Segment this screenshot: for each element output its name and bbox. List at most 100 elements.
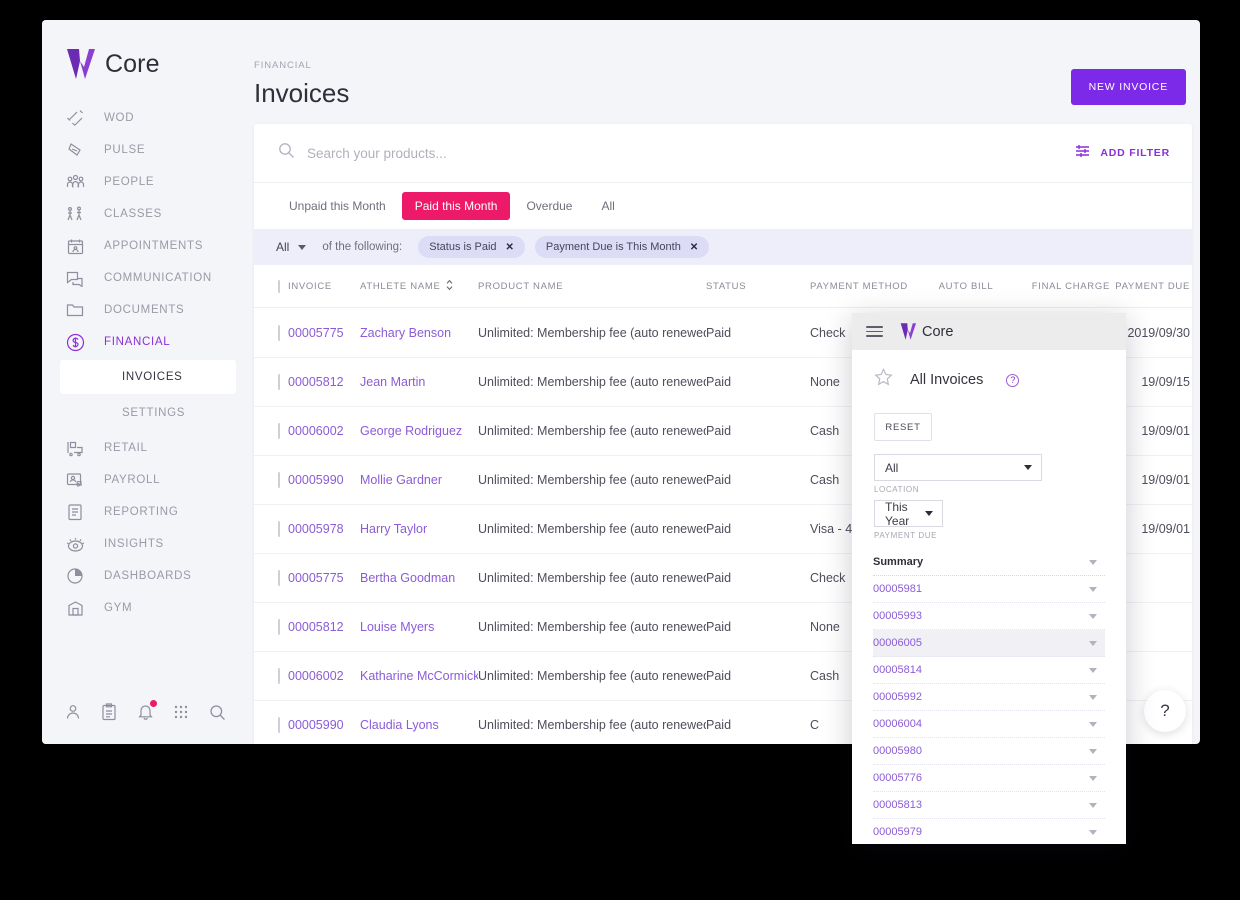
chevron-down-icon[interactable] — [1089, 721, 1097, 727]
overlay-list-item[interactable]: 00005814 — [873, 657, 1105, 684]
overlay-list-item[interactable]: 00005776 — [873, 765, 1105, 792]
chevron-down-icon[interactable] — [1089, 802, 1097, 808]
row-checkbox[interactable] — [278, 521, 280, 537]
sidebar-item-payroll[interactable]: PAYROLL — [42, 464, 248, 496]
row-checkbox[interactable] — [278, 668, 280, 684]
tab-overdue[interactable]: Overdue — [513, 192, 585, 220]
search-input[interactable] — [307, 145, 1075, 161]
close-icon[interactable]: ✕ — [690, 242, 698, 253]
column-header-status[interactable]: STATUS — [706, 265, 810, 308]
row-checkbox[interactable] — [278, 324, 280, 341]
overlay-list-item[interactable]: 00006005 — [873, 630, 1105, 657]
chevron-down-icon[interactable] — [1089, 748, 1097, 754]
sidebar-item-people[interactable]: PEOPLE — [42, 166, 248, 198]
chevron-down-icon[interactable] — [1089, 694, 1097, 700]
column-header-athlete-name[interactable]: ATHLETE NAME — [360, 265, 478, 308]
overlay-row-label: 00005993 — [873, 610, 922, 622]
sidebar-item-classes[interactable]: CLASSES — [42, 198, 248, 230]
clipboard-icon[interactable] — [98, 701, 120, 723]
row-checkbox[interactable] — [278, 472, 280, 488]
payment-due-select[interactable]: This Year — [874, 500, 943, 528]
help-circle-icon[interactable]: ? — [1006, 373, 1020, 387]
invoice-link[interactable]: 00005978 — [288, 522, 344, 536]
overlay-list-item[interactable]: 00005980 — [873, 738, 1105, 765]
column-header-product-name[interactable]: PRODUCT NAME — [478, 265, 706, 308]
hamburger-menu-icon[interactable] — [866, 326, 883, 337]
sidebar-item-insights[interactable]: INSIGHTS — [42, 528, 248, 560]
sort-icon[interactable] — [446, 279, 453, 294]
athlete-link[interactable]: Harry Taylor — [360, 522, 427, 536]
invoice-link[interactable]: 00006002 — [288, 424, 344, 438]
overlay-summary-row[interactable]: Summary — [873, 549, 1105, 576]
overlay-list-item[interactable]: 00005993 — [873, 603, 1105, 630]
row-checkbox[interactable] — [278, 570, 280, 586]
column-header-payment-due[interactable]: PAYMENT DUE — [1110, 265, 1192, 308]
filter-scope-dropdown[interactable]: All — [276, 240, 307, 254]
overlay-list-item[interactable]: 00005992 — [873, 684, 1105, 711]
invoice-link[interactable]: 00006002 — [288, 669, 344, 683]
close-icon[interactable]: ✕ — [506, 242, 514, 253]
help-button[interactable]: ? — [1144, 690, 1186, 732]
select-all-checkbox[interactable] — [278, 280, 280, 293]
sidebar-item-pulse[interactable]: PULSE — [42, 134, 248, 166]
overlay-list-item[interactable]: 00005979 — [873, 819, 1105, 844]
invoice-link[interactable]: 00005775 — [288, 326, 344, 340]
column-header-auto-bill[interactable]: AUTO BILL — [926, 265, 1006, 308]
athlete-link[interactable]: Mollie Gardner — [360, 473, 442, 487]
reset-button[interactable]: RESET — [874, 413, 932, 441]
chevron-down-icon[interactable] — [1089, 667, 1097, 673]
sidebar-item-wod[interactable]: WOD — [42, 102, 248, 134]
athlete-link[interactable]: Jean Martin — [360, 375, 425, 389]
new-invoice-button[interactable]: NEW INVOICE — [1070, 69, 1186, 105]
tab-all[interactable]: All — [588, 192, 627, 220]
sidebar-item-communication[interactable]: COMMUNICATION — [42, 262, 248, 294]
overlay-list-item[interactable]: 00006004 — [873, 711, 1105, 738]
overlay-list-item[interactable]: 00005813 — [873, 792, 1105, 819]
filter-chip[interactable]: Status is Paid ✕ — [418, 236, 525, 258]
star-icon[interactable] — [874, 368, 893, 392]
chevron-down-icon[interactable] — [1089, 613, 1097, 619]
row-checkbox[interactable] — [278, 423, 280, 439]
invoice-link[interactable]: 00005990 — [288, 473, 344, 487]
column-header-final-charge[interactable]: FINAL CHARGE — [1006, 265, 1110, 308]
athlete-link[interactable]: Katharine McCormick — [360, 669, 478, 683]
invoice-link[interactable]: 00005812 — [288, 375, 344, 389]
sidebar-item-gym[interactable]: GYM — [42, 592, 248, 624]
sidebar-item-retail[interactable]: RETAIL — [42, 432, 248, 464]
chevron-down-icon[interactable] — [1089, 586, 1097, 592]
column-header-invoice[interactable]: INVOICE — [288, 265, 360, 308]
location-select[interactable]: All — [874, 454, 1042, 481]
athlete-link[interactable]: George Rodriguez — [360, 424, 462, 438]
row-checkbox[interactable] — [278, 374, 280, 390]
sidebar-item-reporting[interactable]: REPORTING — [42, 496, 248, 528]
invoice-link[interactable]: 00005990 — [288, 718, 344, 732]
row-checkbox[interactable] — [278, 619, 280, 635]
column-header-payment-method[interactable]: PAYMENT METHOD — [810, 265, 926, 308]
chevron-down-icon[interactable] — [1089, 640, 1097, 646]
sidebar-item-appointments[interactable]: APPOINTMENTS — [42, 230, 248, 262]
invoice-link[interactable]: 00005812 — [288, 620, 344, 634]
sidebar-item-documents[interactable]: DOCUMENTS — [42, 294, 248, 326]
invoice-link[interactable]: 00005775 — [288, 571, 344, 585]
tab-unpaid-this-month[interactable]: Unpaid this Month — [276, 192, 399, 220]
chevron-down-icon[interactable] — [1089, 559, 1097, 565]
row-checkbox[interactable] — [278, 717, 280, 733]
sidebar-item-dashboards[interactable]: DASHBOARDS — [42, 560, 248, 592]
sidebar-item-settings[interactable]: SETTINGS — [60, 396, 236, 430]
person-icon[interactable] — [62, 701, 84, 723]
bell-icon[interactable] — [134, 700, 157, 723]
sidebar-item-invoices[interactable]: INVOICES — [60, 360, 236, 394]
chevron-down-icon[interactable] — [1089, 829, 1097, 835]
add-filter-button[interactable]: ADD FILTER — [1074, 143, 1170, 164]
athlete-link[interactable]: Louise Myers — [360, 620, 434, 634]
chevron-down-icon[interactable] — [1089, 775, 1097, 781]
sidebar-item-financial[interactable]: FINANCIAL — [42, 326, 248, 358]
athlete-link[interactable]: Zachary Benson — [360, 326, 451, 340]
athlete-link[interactable]: Bertha Goodman — [360, 571, 455, 585]
search-icon[interactable] — [206, 701, 228, 723]
overlay-list-item[interactable]: 00005981 — [873, 576, 1105, 603]
apps-grid-icon[interactable] — [170, 701, 192, 723]
filter-chip[interactable]: Payment Due is This Month ✕ — [534, 236, 710, 258]
athlete-link[interactable]: Claudia Lyons — [360, 718, 439, 732]
tab-paid-this-month[interactable]: Paid this Month — [401, 192, 511, 220]
